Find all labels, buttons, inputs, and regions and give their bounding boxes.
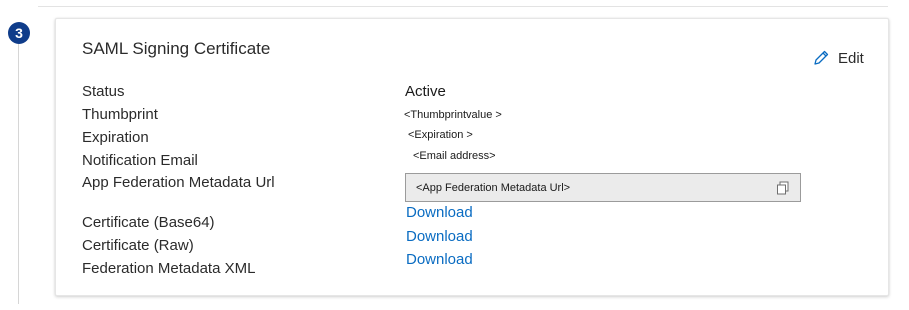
status-label: Status [82,83,125,100]
cert-raw-label: Certificate (Raw) [82,237,194,254]
card-title: SAML Signing Certificate [82,39,271,58]
expiration-value: <Expiration > [408,129,473,141]
download-federation-xml-link[interactable]: Download [406,251,473,268]
federation-xml-label: Federation Metadata XML [82,260,256,277]
pencil-icon [812,49,830,67]
edit-button[interactable]: Edit [812,49,864,67]
download-cert-raw-link[interactable]: Download [406,228,473,245]
notification-email-label: Notification Email [82,152,198,169]
top-divider [38,6,888,7]
expiration-label: Expiration [82,129,149,146]
step-number-badge: 3 [8,22,30,44]
metadata-url-label: App Federation Metadata Url [82,174,275,191]
metadata-url-value: <App Federation Metadata Url> [416,182,571,194]
download-cert-base64-link[interactable]: Download [406,204,473,221]
notification-email-value: <Email address> [413,150,496,162]
saml-signing-certificate-card: SAML Signing Certificate Edit Status Act… [55,18,889,296]
status-value: Active [405,83,446,100]
step-connector-line [18,44,19,304]
thumbprint-value: <Thumbprintvalue > [404,109,502,121]
saml-step-section: 3 SAML Signing Certificate Edit Status A… [0,0,909,310]
copy-icon[interactable] [776,181,790,200]
cert-base64-label: Certificate (Base64) [82,214,215,231]
thumbprint-label: Thumbprint [82,106,158,123]
edit-label: Edit [838,49,864,67]
metadata-url-field[interactable]: <App Federation Metadata Url> [405,173,801,202]
